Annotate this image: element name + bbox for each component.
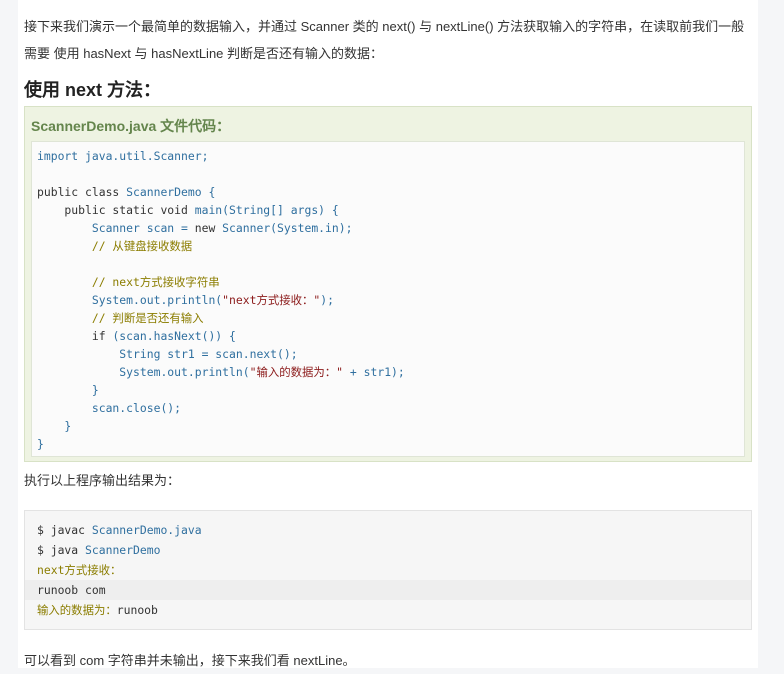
code-token: (scan.hasNext()) { (112, 329, 236, 343)
code-line: // next方式接收字符串 (37, 273, 220, 291)
terminal-line: next方式接收： (37, 560, 121, 580)
code-token: Scanner scan = (37, 221, 195, 235)
code-token: String str1 = scan.next(); (37, 347, 298, 361)
code-line: // 判断是否还有输入 (37, 309, 204, 327)
terminal-token: $ javac (37, 523, 92, 537)
code-line: public static void main(String[] args) { (37, 201, 339, 219)
terminal-token: runoob com (37, 583, 106, 597)
terminal-token: 输入的数据为： (37, 603, 117, 617)
code-token: + str1); (343, 365, 405, 379)
code-token: } (37, 383, 99, 397)
code-line: Scanner scan = new Scanner(System.in); (37, 219, 353, 237)
terminal-token: $ java (37, 543, 86, 557)
code-line: } (37, 381, 99, 399)
terminal-output-block[interactable]: $ javac ScannerDemo.java $ java ScannerDe… (24, 510, 752, 630)
code-token: Scanner(System.in); (222, 221, 353, 235)
code-token: public class (37, 185, 127, 199)
code-token: System.out.println( (37, 293, 223, 307)
code-token: // next方式接收字符串 (37, 275, 220, 289)
code-token: System.out.println( (37, 365, 250, 379)
code-token: scan.close(); (37, 401, 182, 415)
code-token: if (37, 329, 113, 343)
code-token: // 从键盘接收数据 (37, 239, 193, 253)
article-page: 接下来我们演示一个最简单的数据输入，并通过 Scanner 类的 next() … (18, 0, 758, 668)
code-token: // 判断是否还有输入 (37, 311, 204, 325)
code-token: import java.util.Scanner; (37, 149, 209, 163)
example-title: ScannerDemo.java 文件代码： (31, 118, 231, 134)
code-token: "next方式接收：" (222, 293, 321, 307)
code-line: public class ScannerDemo { (37, 183, 215, 201)
section-heading: 使用 next 方法： (24, 80, 162, 100)
code-line: } (37, 417, 71, 435)
code-token: } (37, 437, 44, 451)
code-line: } (37, 435, 44, 453)
code-line: import java.util.Scanner; (37, 147, 208, 165)
outro-paragraph: 可以看到 com 字符串并未输出，接下来我们看 nextLine。 (24, 653, 356, 668)
code-token: } (37, 419, 72, 433)
terminal-line: $ javac ScannerDemo.java (37, 520, 202, 540)
code-line: if (scan.hasNext()) { (37, 327, 236, 345)
terminal-token: runoob (116, 603, 158, 617)
code-line: System.out.println("输入的数据为：" + str1); (37, 363, 405, 381)
intro-paragraph: 接下来我们演示一个最简单的数据输入，并通过 Scanner 类的 next() … (24, 19, 745, 61)
code-token: ); (320, 293, 334, 307)
terminal-token: ScannerDemo (85, 543, 161, 557)
code-line: // 从键盘接收数据 (37, 237, 192, 255)
code-token: "输入的数据为：" (249, 365, 344, 379)
code-token: new (194, 221, 223, 235)
code-token: public static void (37, 203, 195, 217)
line-stripe (25, 580, 751, 600)
example-box: ScannerDemo.java 文件代码： import java.util.… (24, 106, 752, 462)
terminal-line: runoob com (37, 580, 106, 600)
code-line: scan.close(); (37, 399, 181, 417)
terminal-line: 输入的数据为：runoob (37, 600, 158, 620)
output-label: 执行以上程序输出结果为： (24, 473, 181, 488)
code-token: main(String[] args) { (194, 203, 339, 217)
code-token: ScannerDemo { (126, 185, 216, 199)
code-line: System.out.println("next方式接收："); (37, 291, 334, 309)
code-line: String str1 = scan.next(); (37, 345, 298, 363)
terminal-line: $ java ScannerDemo (37, 540, 160, 560)
terminal-token: ScannerDemo.java (91, 523, 202, 537)
code-block[interactable]: import java.util.Scanner; public class Sc… (31, 141, 745, 457)
terminal-token: next方式接收： (37, 563, 122, 577)
